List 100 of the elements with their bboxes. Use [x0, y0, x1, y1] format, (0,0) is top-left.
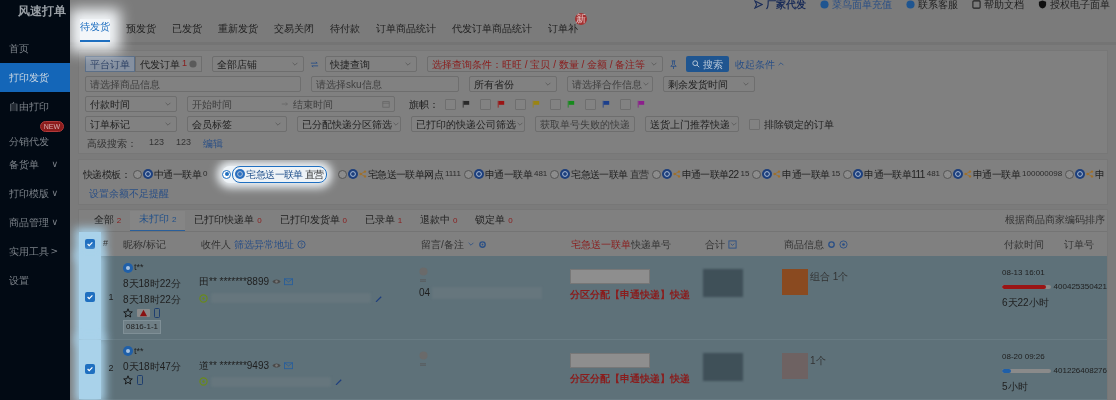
- radio-button[interactable]: [1065, 169, 1075, 179]
- template-label: 快递模板：: [83, 167, 130, 182]
- check-icon: [86, 293, 94, 302]
- status-tab[interactable]: 锁定单 0: [466, 212, 522, 231]
- courier-logo-icon: [1075, 169, 1086, 179]
- tab[interactable]: 交易关闭: [274, 21, 314, 42]
- sidebar-item[interactable]: 自由打印: [0, 92, 70, 121]
- template-name[interactable]: 宅急送一联单: [246, 166, 303, 182]
- eye-icon: [272, 277, 282, 286]
- shop-select[interactable]: 全部店铺: [212, 56, 304, 72]
- status-tab[interactable]: 退款中 0: [411, 212, 467, 231]
- sidebar-item[interactable]: 分销代发: [0, 132, 70, 150]
- phone-icon: [154, 307, 160, 318]
- photo-placeholder: [782, 269, 808, 295]
- order-source-toggle[interactable]: 平台订单: [85, 56, 135, 72]
- door-delivery-select[interactable]: 送货上门推荐快递: [645, 116, 739, 132]
- tab[interactable]: 订单商品统计: [376, 21, 436, 42]
- top-link[interactable]: 帮助文档: [972, 0, 1024, 12]
- status-tab[interactable]: 全部 2: [85, 212, 131, 231]
- row-checkbox[interactable]: [85, 364, 95, 374]
- tab[interactable]: 已发货: [172, 21, 202, 42]
- radio-button[interactable]: [752, 169, 762, 179]
- radio-button[interactable]: [337, 169, 347, 179]
- share-icon: [672, 170, 681, 178]
- printed-company-select[interactable]: 已打印的快递公司筛选: [411, 116, 525, 132]
- sidebar-item[interactable]: 实用工具>: [0, 237, 70, 266]
- search-button[interactable]: 搜索: [686, 56, 729, 72]
- courier-logo-icon: [853, 169, 864, 179]
- courier-logo-icon: [661, 169, 672, 179]
- radio-button[interactable]: [550, 169, 560, 179]
- tab[interactable]: 重新发货: [218, 21, 258, 42]
- radio-button[interactable]: [843, 169, 853, 179]
- status-tab[interactable]: 已打印发货单 0: [270, 212, 356, 231]
- tab[interactable]: 订单补: [548, 21, 578, 42]
- top-link[interactable]: 厂家代发: [754, 0, 806, 12]
- advanced-search-item[interactable]: 123: [149, 136, 165, 150]
- order-source-toggle[interactable]: 代发订单 1: [135, 56, 202, 72]
- buyer-icon: [123, 346, 133, 357]
- waybill-input[interactable]: [570, 269, 650, 284]
- tab[interactable]: 待付款: [330, 21, 360, 42]
- column-header: 昵称/标记: [123, 237, 166, 252]
- receiver-name-phone: 田** *******8899: [199, 275, 270, 289]
- select-all-checkbox[interactable]: [85, 239, 95, 249]
- sidebar-item[interactable]: 打印模版 ∨: [0, 179, 70, 208]
- receiver-name-phone: 道** *******9493: [199, 358, 270, 373]
- radio-button[interactable]: [651, 169, 661, 179]
- blurred-total: [703, 269, 743, 297]
- star-icon: [123, 375, 133, 385]
- target-icon: [839, 239, 848, 249]
- sort-label: 根据商品商家编码排序: [1005, 213, 1105, 227]
- nickname: t**: [134, 261, 144, 274]
- advanced-search-item[interactable]: 123: [176, 136, 192, 150]
- template-note: 0: [203, 168, 208, 180]
- pay-time: 08-20 09:26: [1002, 350, 1046, 363]
- tab[interactable]: 预发货: [126, 21, 156, 42]
- row-checkbox[interactable]: [85, 292, 95, 303]
- chevron-down-icon: [404, 60, 412, 68]
- template-note: 481: [926, 168, 941, 180]
- status-tab[interactable]: 已录单 1: [355, 212, 412, 231]
- new-badge: 新: [575, 13, 587, 25]
- template-name[interactable]: 申: [1095, 166, 1105, 182]
- order-mark-select[interactable]: 订单标记: [85, 116, 177, 132]
- column-header: 留言/备注: [421, 237, 464, 252]
- radio-button[interactable]: [943, 169, 953, 179]
- sidebar-item[interactable]: 首页: [0, 34, 70, 63]
- chevron-down-icon: [164, 120, 172, 128]
- remaining-time-select[interactable]: 剩余发货时间: [663, 76, 755, 92]
- province-select[interactable]: 所有省份: [469, 76, 557, 92]
- tab[interactable]: 代发订单商品统计: [452, 21, 532, 42]
- quick-query-select[interactable]: 快捷查询: [325, 56, 417, 72]
- radio-button[interactable]: [463, 169, 473, 179]
- time-type-select[interactable]: 付款时间: [85, 96, 177, 112]
- advanced-search-label: 高级搜索：: [87, 136, 137, 151]
- template-name[interactable]: 申通一联单: [782, 166, 830, 182]
- query-condition-select[interactable]: 选择查询条件：旺旺 / 宝贝 / 数量 / 金额 / 备注等: [427, 56, 663, 72]
- balance-reminder-link[interactable]: 设置余额不足提醒: [89, 186, 169, 201]
- radio-button[interactable]: [222, 169, 232, 179]
- zone-filter-select[interactable]: 已分配快递分区筛选: [297, 116, 401, 132]
- collapse-link[interactable]: 收起条件: [735, 56, 785, 72]
- waybill-input[interactable]: [570, 352, 650, 368]
- template-name[interactable]: 申通一联单22: [681, 166, 739, 182]
- top-link[interactable]: 授权电子面单: [1038, 0, 1110, 12]
- order-number: 401226408276: [1053, 364, 1107, 377]
- edit-link[interactable]: 编辑: [203, 135, 224, 151]
- address-filter-link[interactable]: 筛选异常地址: [234, 236, 294, 252]
- status-tab[interactable]: 未打印 2: [130, 211, 186, 231]
- top-link[interactable]: 联系客服: [906, 0, 958, 12]
- sidebar-item[interactable]: 备货单 ∨: [0, 150, 70, 179]
- sidebar-item[interactable]: 设置: [0, 266, 70, 295]
- eye-icon: [272, 360, 282, 370]
- radio-button[interactable]: [133, 169, 142, 179]
- chevron-down-icon: [642, 80, 650, 88]
- sidebar-item[interactable]: 商品管理 ∨: [0, 208, 70, 237]
- status-tab[interactable]: 已打印快递单 0: [185, 212, 271, 231]
- column-header: 合计: [705, 237, 725, 252]
- sidebar-item[interactable]: 打印发货: [0, 63, 70, 92]
- tab[interactable]: 待发货: [80, 19, 110, 42]
- column-header: 付款时间: [1004, 237, 1044, 252]
- template-name[interactable]: 申通一联单111: [864, 166, 925, 182]
- member-tag-select[interactable]: 会员标签: [187, 116, 287, 132]
